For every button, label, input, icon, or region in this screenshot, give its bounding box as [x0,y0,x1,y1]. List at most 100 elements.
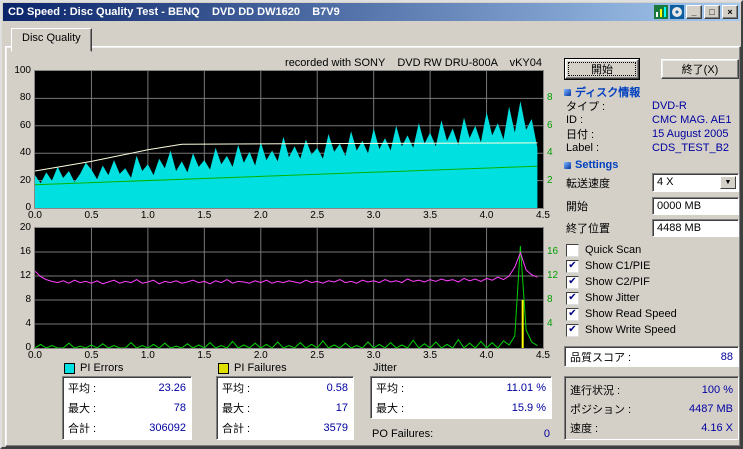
series-jitter [34,251,538,285]
end-position-label: 終了位置 [566,223,610,235]
start-button[interactable]: 開始 [565,59,639,79]
tick-label: 100 [14,65,31,76]
row-value: CMC MAG. AE1 [652,114,732,126]
tick-label: 2.0 [253,210,268,221]
tick-label: 16 [19,246,31,257]
maximize-button[interactable]: □ [704,5,720,19]
tick-label: 4.0 [479,210,494,221]
checkbox-box[interactable] [566,243,579,257]
data-row: 最大 : 17 [222,398,348,418]
tick-label: 20 [19,222,31,233]
checkbox-box[interactable]: ✔ [566,275,579,289]
transfer-speed-label: 転送速度 [566,177,610,190]
tick-label: 8 [547,294,553,305]
row-label: 最大 : [376,403,405,415]
row-value: 15 August 2005 [652,128,729,140]
tick-label: 0.5 [84,350,99,361]
checkbox-box[interactable]: ✔ [566,291,579,305]
tab-label: Disc Quality [22,32,81,44]
section-bullet-icon [564,161,571,169]
row-label: ポジション : [570,403,632,416]
data-row: 合計 : 3579 [222,418,348,438]
tick-label: 8 [547,92,553,104]
tick-label: 1.5 [197,350,212,361]
tick-label: 4 [547,147,553,159]
row-label: 最大 : [68,403,97,415]
row-value: 17 [335,402,348,414]
tick-label: 4.5 [536,350,550,361]
data-row: タイプ : DVD-R [566,99,739,113]
disc-info-rows: タイプ : DVD-R ID : CMC MAG. AE1 日付 : 15 August … [566,99,739,155]
pi-failures-title: PI Failures [234,362,287,374]
data-row: 最大 : 15.9 % [376,398,546,418]
tick-label: 3.5 [423,350,438,361]
row-label: 平均 : [222,383,251,395]
row-label: 速度 : [570,422,599,435]
row-value: DVD-R [652,100,687,112]
start-position-field[interactable]: 0000 MB [652,197,739,215]
quality-score-panel: 品質スコア : 88 [564,346,739,367]
exit-button[interactable]: 終了(X) [661,59,739,79]
row-label: タイプ : [566,101,606,113]
tick-label: 1.5 [197,210,212,221]
checkbox-show-c2-pif[interactable]: ✔ Show C2/PIF [566,274,677,290]
row-label: 合計 : [222,423,251,435]
tick-label: 0.0 [28,210,42,221]
title-buttons: _ □ × [654,5,740,19]
close-button[interactable]: × [722,5,738,19]
options-checkbox-list: Quick Scan ✔ Show C1/PIE ✔ Show C2/PIF ✔ Show … [566,242,677,338]
data-row: 平均 : 0.58 [222,378,348,398]
transfer-speed-combo[interactable]: 4 X ▼ [652,173,739,192]
graph-icon[interactable] [654,5,668,19]
row-value: 11.01 % [506,382,546,394]
tick-label: 3.0 [366,350,381,361]
checkbox-label: Show Jitter [585,292,640,304]
tick-label: 2.5 [310,210,325,221]
settings-title: Settings [575,159,619,171]
series-pi_errors [35,101,538,208]
tick-label: 2.0 [253,350,268,361]
data-row: ポジション : 4487 MB [570,399,733,418]
pi-errors-header: PI Errors [64,362,123,374]
pi-failures-header: PI Failures [218,362,287,374]
checkbox-box[interactable]: ✔ [566,259,579,273]
checkbox-show-c1-pie[interactable]: ✔ Show C1/PIE [566,258,677,274]
tick-label: 3.0 [366,210,381,221]
checkbox-box[interactable]: ✔ [566,323,579,337]
settings-header: Settings [564,159,618,171]
checkbox-quick-scan[interactable]: Quick Scan [566,242,677,258]
pi-errors-title: PI Errors [80,362,124,374]
row-value: 15.9 % [511,402,546,414]
row-value: 3579 [323,422,348,434]
row-label: 平均 : [376,383,405,395]
recorded-with-text: recorded with SONY DVD RW DRU-800A vKY04 [285,57,542,69]
row-label: 最大 : [222,403,251,415]
start-position-row: 開始 0000 MB [566,197,739,215]
chevron-down-icon[interactable]: ▼ [720,176,736,189]
checkbox-show-read-speed[interactable]: ✔ Show Read Speed [566,306,677,322]
jitter-stats-panel: 平均 : 11.01 % 最大 : 15.9 % [370,376,552,419]
row-label: 平均 : [68,383,97,395]
checkbox-show-jitter[interactable]: ✔ Show Jitter [566,290,677,306]
tick-label: 6 [547,119,553,131]
tick-label: 0.5 [84,210,99,221]
row-label: 日付 : [566,129,595,141]
quality-score-label: 品質スコア : [570,351,632,364]
title-bar[interactable]: CD Speed : Disc Quality Test - BENQ DVD … [3,3,740,21]
po-failures-row: PO Failures: 0 [372,428,550,440]
end-position-field[interactable]: 4488 MB [652,219,739,237]
tick-label: 2 [547,174,553,186]
tick-label: 2.5 [310,350,325,361]
tick-label: 4.0 [479,350,494,361]
tick-label: 1.0 [140,210,155,221]
tick-label: 80 [19,92,31,104]
tick-label: 40 [19,147,31,159]
tab-disc-quality[interactable]: Disc Quality [11,28,92,52]
checkbox-show-write-speed[interactable]: ✔ Show Write Speed [566,322,677,338]
minimize-button[interactable]: _ [686,5,702,19]
app-window: CD Speed : Disc Quality Test - BENQ DVD … [0,0,743,449]
checkbox-box[interactable]: ✔ [566,307,579,321]
row-label: ID : [566,114,584,126]
data-row: 最大 : 78 [68,398,186,418]
disc-icon[interactable] [670,5,684,19]
